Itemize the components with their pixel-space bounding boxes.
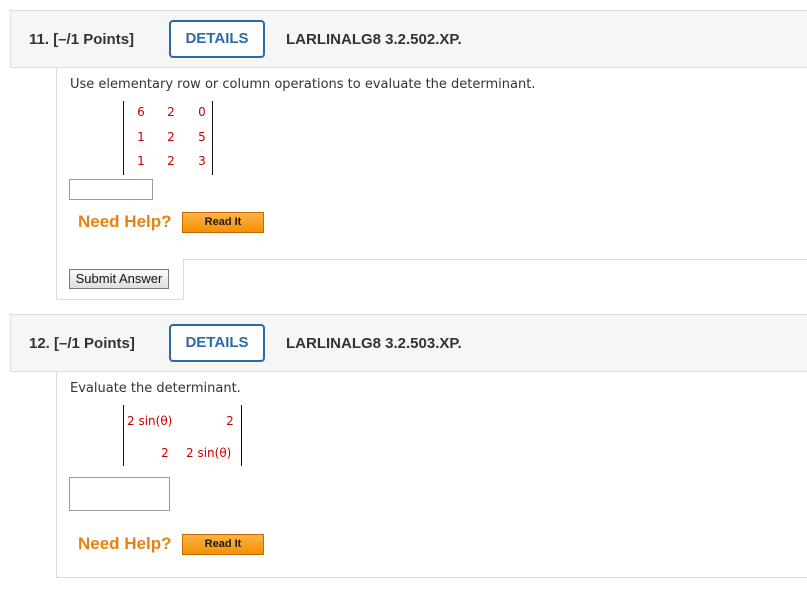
matrix-cell: 2 [167,105,175,119]
question-12-points: 12. [–/1 Points] [29,335,135,352]
question-11-header: 11. [–/1 Points] DETAILS LARLINALG8 3.2.… [10,10,807,68]
matrix-cell: 2 [161,446,169,460]
question-11-answer-input[interactable] [69,179,153,200]
question-11-read-it-button[interactable]: Read It [182,212,264,233]
question-12-read-it-button[interactable]: Read It [182,534,264,555]
question-11-need-help: Need Help? [78,212,172,231]
matrix-cell: 1 [137,130,145,144]
matrix-cell: 6 [137,105,145,119]
question-12-instruction: Evaluate the determinant. [70,381,241,396]
question-12-answer-input[interactable] [69,477,170,511]
question-11-instruction: Use elementary row or column operations … [70,77,536,92]
question-11-details-button[interactable]: DETAILS [169,20,265,58]
question-12-code: LARLINALG8 3.2.503.XP. [286,335,462,352]
matrix-cell: 2 sin(θ) [186,446,232,460]
matrix-cell: 1 [137,154,145,168]
matrix-cell: 0 [198,105,206,119]
matrix-cell: 2 [167,130,175,144]
matrix-cell: 5 [198,130,206,144]
question-11-submit-button[interactable]: Submit Answer [69,269,169,289]
question-12-details-button[interactable]: DETAILS [169,324,265,362]
question-12-need-help: Need Help? [78,534,172,553]
matrix-cell: 2 [226,414,234,428]
matrix-cell: 2 sin(θ) [127,414,173,428]
question-11-points: 11. [–/1 Points] [29,31,135,48]
matrix-cell: 2 [167,154,175,168]
question-11-side-panel [183,259,807,300]
question-11-code: LARLINALG8 3.2.502.XP. [286,31,462,48]
question-12-header: 12. [–/1 Points] DETAILS LARLINALG8 3.2.… [10,314,807,372]
matrix-cell: 3 [198,154,206,168]
